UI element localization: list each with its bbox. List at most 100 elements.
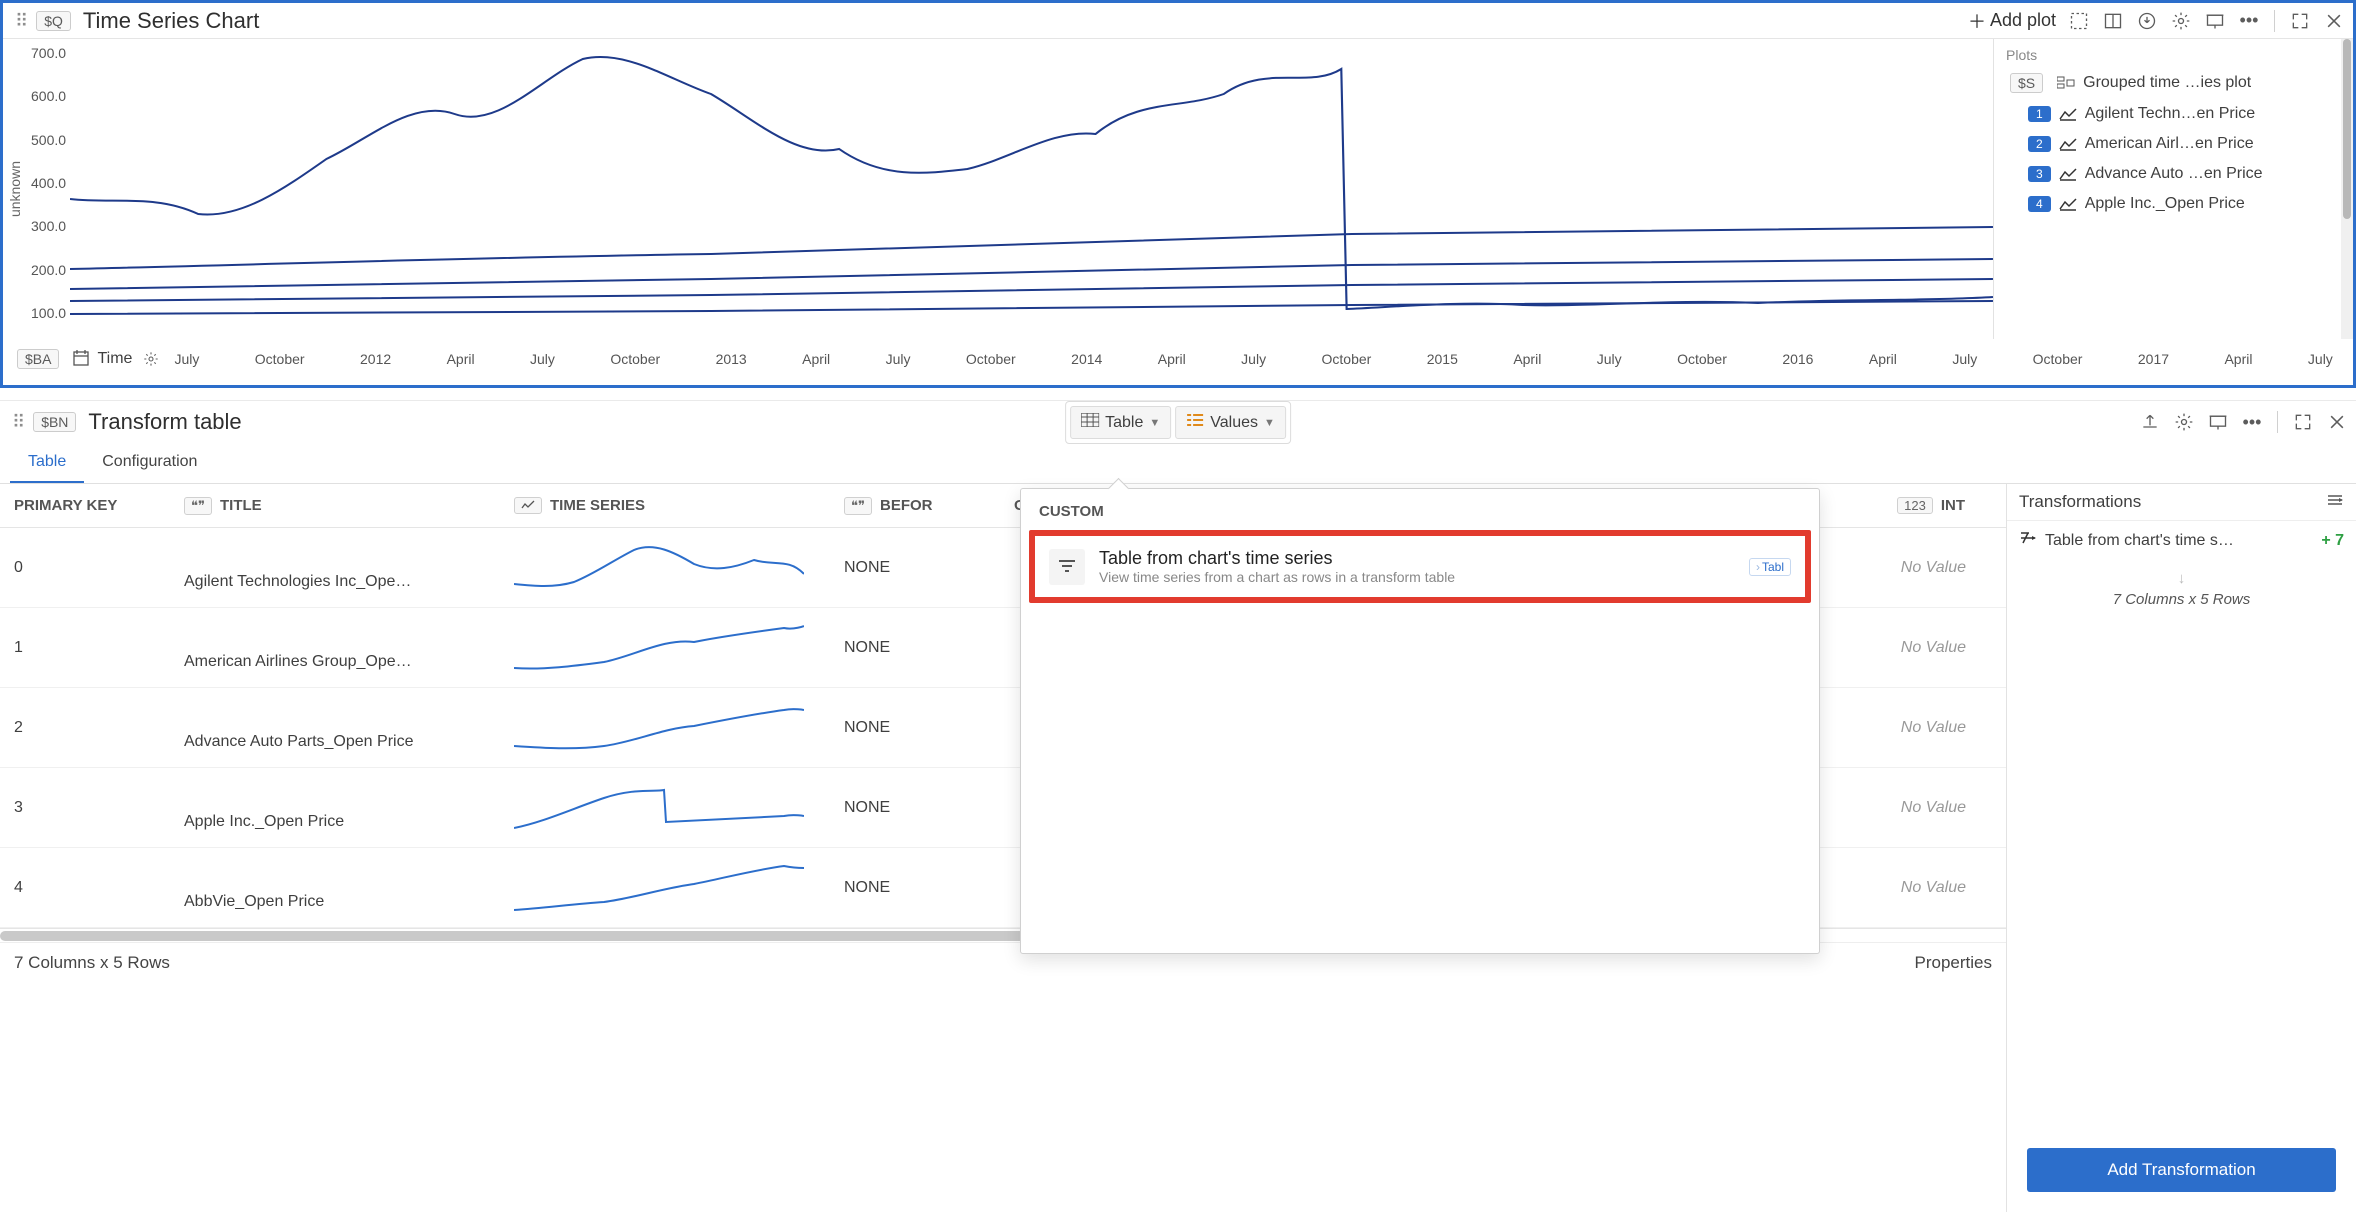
expand-icon[interactable] xyxy=(2289,10,2311,32)
x-tick: April xyxy=(1513,351,1541,367)
series-label: Advance Auto …en Price xyxy=(2085,165,2263,183)
popover-item-table-from-chart[interactable]: Table from chart's time series View time… xyxy=(1029,530,1811,603)
close-icon[interactable] xyxy=(2326,411,2348,433)
series-label: American Airl…en Price xyxy=(2085,135,2254,153)
export-icon[interactable] xyxy=(2139,411,2161,433)
x-tick: 2013 xyxy=(716,351,747,367)
cell-int: No Value xyxy=(1820,799,1980,817)
cell-title: Agilent Technologies Inc_Ope… xyxy=(170,545,500,591)
col-time-series[interactable]: TIME SERIES xyxy=(500,484,830,527)
string-type-icon: ❝❞ xyxy=(184,497,212,515)
chart-ref-chip[interactable]: $Q xyxy=(36,11,71,31)
plots-panel-header: Plots xyxy=(2000,43,2347,67)
y-axis-ticks: 700.0 600.0 500.0 400.0 300.0 200.0 100.… xyxy=(27,39,70,339)
table-tabs: Table Configuration xyxy=(0,443,2356,484)
x-tick: 2012 xyxy=(360,351,391,367)
chart-title: Time Series Chart xyxy=(77,8,259,34)
x-tick: July xyxy=(2308,351,2333,367)
plus-icon: ＋ xyxy=(1968,8,1986,34)
x-tick: July xyxy=(1597,351,1622,367)
present-icon[interactable] xyxy=(2204,10,2226,32)
fit-icon[interactable] xyxy=(2068,10,2090,32)
x-tick: October xyxy=(255,351,305,367)
table-from-chart-icon xyxy=(1049,549,1085,585)
cell-pk: 3 xyxy=(0,799,170,817)
cell-timeseries xyxy=(500,856,830,920)
cell-int: No Value xyxy=(1820,719,1980,737)
grouped-series-icon xyxy=(2057,76,2075,90)
cell-timeseries xyxy=(500,616,830,680)
popover-item-text: Table from chart's time series View time… xyxy=(1099,548,1735,585)
cell-pk: 4 xyxy=(0,879,170,897)
gear-icon[interactable] xyxy=(2170,10,2192,32)
table-view-button[interactable]: Table ▼ xyxy=(1070,406,1171,439)
chart-footer-left: $BA Time xyxy=(11,348,162,370)
plot-group-ref: $S xyxy=(2010,73,2043,93)
close-icon[interactable] xyxy=(2323,10,2345,32)
x-tick: 2017 xyxy=(2138,351,2169,367)
y-tick: 200.0 xyxy=(31,262,66,278)
add-transformation-button[interactable]: Add Transformation xyxy=(2027,1148,2336,1192)
transformation-count: + 7 xyxy=(2321,532,2344,550)
properties-button[interactable]: Properties xyxy=(1915,953,1992,973)
tab-configuration[interactable]: Configuration xyxy=(84,443,215,483)
cell-title: Apple Inc._Open Price xyxy=(170,785,500,831)
col-primary-key[interactable]: PRIMARY KEY xyxy=(0,484,170,527)
series-row[interactable]: 3 Advance Auto …en Price xyxy=(2000,159,2347,189)
series-index-chip: 1 xyxy=(2028,106,2051,122)
transformation-item[interactable]: Table from chart's time s… + 7 xyxy=(2007,521,2356,560)
plot-group-row[interactable]: $S Grouped time …ies plot xyxy=(2000,67,2347,99)
tab-table[interactable]: Table xyxy=(10,443,84,483)
table-ref-chip[interactable]: $BN xyxy=(33,412,76,432)
popover-item-title: Table from chart's time series xyxy=(1099,548,1735,569)
expand-icon[interactable] xyxy=(2292,411,2314,433)
line-chart-icon xyxy=(2059,167,2077,181)
transformations-header: Transformations xyxy=(2007,484,2356,521)
cell-timeseries xyxy=(500,536,830,600)
plots-scrollbar[interactable] xyxy=(2341,39,2353,339)
y-tick: 100.0 xyxy=(31,305,66,321)
col-title[interactable]: ❝❞TITLE xyxy=(170,484,500,527)
cell-before: NONE xyxy=(830,879,1000,897)
number-type-icon: 123 xyxy=(1897,497,1933,514)
col-int[interactable]: 123INT xyxy=(1820,484,1980,527)
popover-item-subtitle: View time series from a chart as rows in… xyxy=(1099,569,1735,585)
series-label: Apple Inc._Open Price xyxy=(2085,195,2245,213)
custom-popover: CUSTOM Table from chart's time series Vi… xyxy=(1020,488,1820,954)
chart-plot-area[interactable] xyxy=(70,39,1993,339)
cell-before: NONE xyxy=(830,639,1000,657)
chart-body: unknown 700.0 600.0 500.0 400.0 300.0 20… xyxy=(3,39,2353,339)
series-row[interactable]: 2 American Airl…en Price xyxy=(2000,129,2347,159)
x-tick: October xyxy=(1322,351,1372,367)
values-view-button[interactable]: Values ▼ xyxy=(1175,406,1286,439)
drag-handle-icon[interactable]: ⠿ xyxy=(11,12,30,30)
drag-handle-icon[interactable]: ⠿ xyxy=(8,413,27,431)
transformation-icon xyxy=(2019,531,2037,550)
transformation-result-meta: 7 Columns x 5 Rows xyxy=(2007,560,2356,618)
series-row[interactable]: 4 Apple Inc._Open Price xyxy=(2000,189,2347,219)
present-icon[interactable] xyxy=(2207,411,2229,433)
collapse-icon[interactable] xyxy=(2326,492,2344,512)
cell-pk: 1 xyxy=(0,639,170,657)
col-before[interactable]: ❝❞BEFOR xyxy=(830,484,1000,527)
x-tick: October xyxy=(610,351,660,367)
gear-icon[interactable] xyxy=(140,348,162,370)
series-row[interactable]: 1 Agilent Techn…en Price xyxy=(2000,99,2347,129)
gear-icon[interactable] xyxy=(2173,411,2195,433)
x-axis-ref-chip[interactable]: $BA xyxy=(17,349,59,369)
cell-int: No Value xyxy=(1820,559,1980,577)
x-tick: July xyxy=(174,351,199,367)
x-axis-time-label: Time xyxy=(97,350,132,368)
download-icon[interactable] xyxy=(2136,10,2158,32)
cell-title: AbbVie_Open Price xyxy=(170,865,500,911)
line-chart-icon xyxy=(2059,107,2077,121)
chart-svg xyxy=(70,39,1993,339)
x-tick: 2014 xyxy=(1071,351,1102,367)
chevron-down-icon: ▼ xyxy=(1149,417,1160,429)
transformation-label: Table from chart's time s… xyxy=(2045,532,2313,550)
more-icon[interactable]: ••• xyxy=(2241,411,2263,433)
more-icon[interactable]: ••• xyxy=(2238,10,2260,32)
line-chart-icon xyxy=(2059,197,2077,211)
add-plot-button[interactable]: ＋ Add plot xyxy=(1968,8,2056,34)
split-icon[interactable] xyxy=(2102,10,2124,32)
